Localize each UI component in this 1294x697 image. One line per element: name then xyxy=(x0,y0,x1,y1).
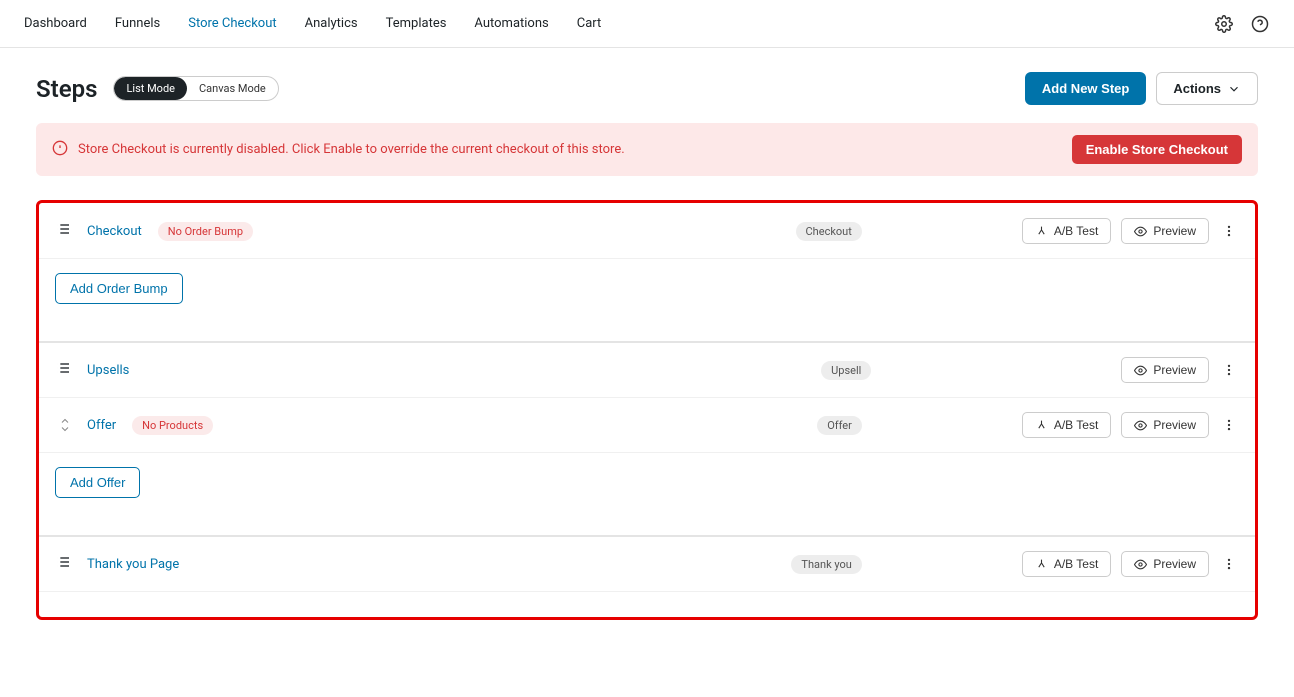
nav-analytics[interactable]: Analytics xyxy=(305,16,358,31)
upsells-preview-button[interactable]: Preview xyxy=(1121,357,1209,383)
add-order-bump-row: Add Order Bump xyxy=(39,259,1255,318)
split-icon xyxy=(1035,419,1048,432)
nav-links: Dashboard Funnels Store Checkout Analyti… xyxy=(24,16,601,31)
move-down-icon[interactable] xyxy=(59,425,71,433)
enable-store-checkout-button[interactable]: Enable Store Checkout xyxy=(1072,135,1242,164)
thankyou-ab-test-button[interactable]: A/B Test xyxy=(1022,551,1111,577)
gear-icon[interactable] xyxy=(1214,14,1234,34)
nav-dashboard[interactable]: Dashboard xyxy=(24,16,87,31)
nav-store-checkout[interactable]: Store Checkout xyxy=(188,16,276,31)
step-offer: Offer No Products Offer A/B Test Preview xyxy=(39,398,1255,453)
checkout-link[interactable]: Checkout xyxy=(87,224,142,239)
step-thankyou: Thank you Page Thank you A/B Test Previe… xyxy=(39,537,1255,616)
steps-container: Checkout No Order Bump Checkout A/B Test… xyxy=(36,200,1258,620)
add-offer-button[interactable]: Add Offer xyxy=(55,467,140,498)
checkout-preview-button[interactable]: Preview xyxy=(1121,218,1209,244)
offer-more-menu[interactable] xyxy=(1219,418,1239,432)
mode-list[interactable]: List Mode xyxy=(114,77,187,100)
offer-preview-button[interactable]: Preview xyxy=(1121,412,1209,438)
checkout-more-menu[interactable] xyxy=(1219,224,1239,238)
actions-label: Actions xyxy=(1173,81,1221,96)
list-icon xyxy=(55,221,75,241)
checkout-ab-test-button[interactable]: A/B Test xyxy=(1022,218,1111,244)
nav-templates[interactable]: Templates xyxy=(386,16,447,31)
eye-icon xyxy=(1134,225,1147,238)
eye-icon xyxy=(1134,558,1147,571)
no-order-bump-badge: No Order Bump xyxy=(158,222,253,241)
add-order-bump-button[interactable]: Add Order Bump xyxy=(55,273,183,304)
upsell-tag: Upsell xyxy=(821,361,871,380)
sort-arrows xyxy=(55,417,75,433)
offer-tag: Offer xyxy=(817,416,862,435)
list-icon xyxy=(55,554,75,574)
upsells-more-menu[interactable] xyxy=(1219,363,1239,377)
mode-toggle: List Mode Canvas Mode xyxy=(113,76,278,101)
warning-icon xyxy=(52,140,68,160)
mode-canvas[interactable]: Canvas Mode xyxy=(187,77,278,100)
alert-text: Store Checkout is currently disabled. Cl… xyxy=(78,142,1072,157)
nav-automations[interactable]: Automations xyxy=(474,16,548,31)
nav-funnels[interactable]: Funnels xyxy=(115,16,160,31)
add-new-step-button[interactable]: Add New Step xyxy=(1025,72,1146,105)
split-icon xyxy=(1035,225,1048,238)
thankyou-preview-button[interactable]: Preview xyxy=(1121,551,1209,577)
page-header: Steps List Mode Canvas Mode Add New Step… xyxy=(36,72,1258,105)
top-nav: Dashboard Funnels Store Checkout Analyti… xyxy=(0,0,1294,48)
thankyou-more-menu[interactable] xyxy=(1219,557,1239,571)
help-icon[interactable] xyxy=(1250,14,1270,34)
split-icon xyxy=(1035,558,1048,571)
move-up-icon[interactable] xyxy=(59,417,71,425)
upsells-link[interactable]: Upsells xyxy=(87,363,129,378)
checkout-tag: Checkout xyxy=(796,222,862,241)
list-icon xyxy=(55,360,75,380)
offer-link[interactable]: Offer xyxy=(87,418,116,433)
eye-icon xyxy=(1134,364,1147,377)
eye-icon xyxy=(1134,419,1147,432)
step-checkout: Checkout No Order Bump Checkout A/B Test… xyxy=(39,204,1255,343)
thankyou-tag: Thank you xyxy=(791,555,861,574)
chevron-down-icon xyxy=(1227,82,1241,96)
nav-cart[interactable]: Cart xyxy=(577,16,602,31)
offer-ab-test-button[interactable]: A/B Test xyxy=(1022,412,1111,438)
add-offer-row: Add Offer xyxy=(39,453,1255,512)
no-products-badge: No Products xyxy=(132,416,213,435)
alert-banner: Store Checkout is currently disabled. Cl… xyxy=(36,123,1258,176)
actions-dropdown[interactable]: Actions xyxy=(1156,72,1258,105)
page-title: Steps xyxy=(36,75,97,103)
thankyou-link[interactable]: Thank you Page xyxy=(87,557,179,572)
step-upsells: Upsells Upsell Preview xyxy=(39,343,1255,537)
